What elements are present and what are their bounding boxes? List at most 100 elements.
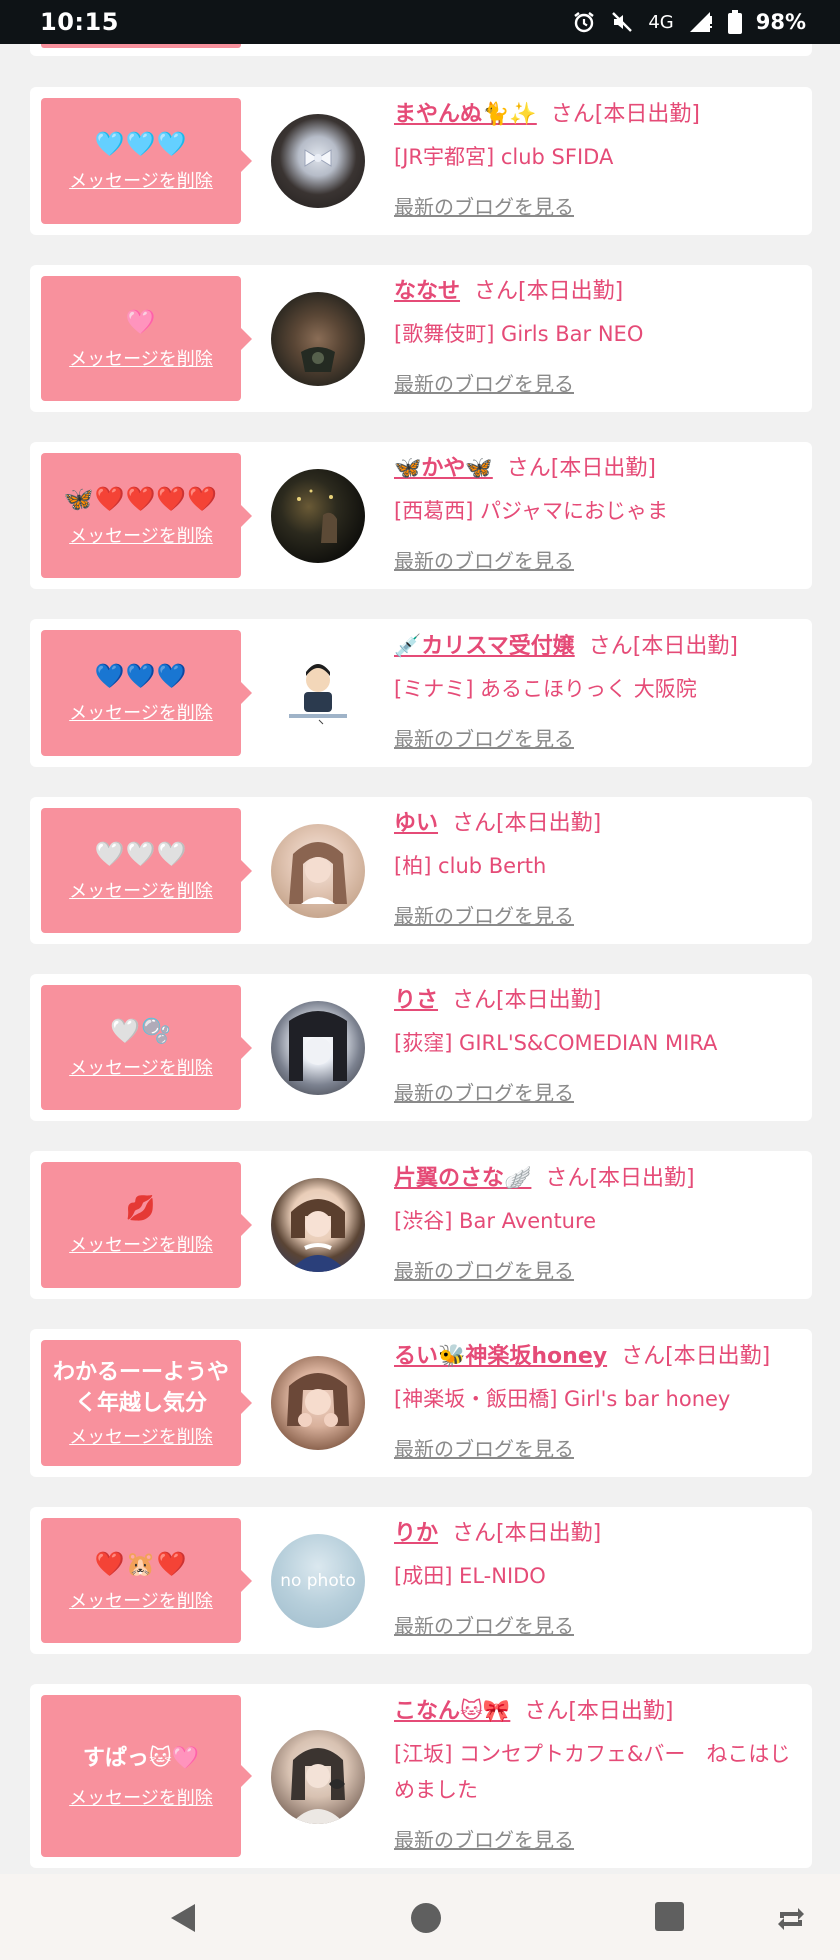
message-card: 💙💙💙 メッセージを削除 💉カリスマ受付嬢 さん[本日出勤] [ミナミ] あるこほ… — [30, 619, 812, 767]
message-text: 🤍🤍🤍 — [94, 839, 188, 868]
avatar[interactable] — [271, 824, 365, 918]
status-suffix: さん[本日出勤] — [550, 102, 700, 127]
cast-name-link[interactable]: ななせ — [394, 279, 460, 304]
status-suffix: さん[本日出勤] — [452, 811, 602, 836]
cast-name-link[interactable]: 🦋かや🦋 — [394, 456, 493, 481]
shop-name: [柏] club Berth — [394, 854, 547, 878]
home-icon[interactable] — [410, 1902, 442, 1938]
shop-name: [江坂] コンセプトカフェ&バー ねこはじめました — [394, 1742, 791, 1802]
avatar[interactable] — [271, 1001, 365, 1095]
latest-blog-link[interactable]: 最新のブログを見る — [394, 1077, 574, 1106]
delete-message-link[interactable]: メッセージを削除 — [69, 1231, 213, 1257]
delete-message-link[interactable]: メッセージを削除 — [69, 522, 213, 548]
message-text: わかるーーようやく年越し気分 — [52, 1360, 229, 1416]
latest-blog-link[interactable]: 最新のブログを見る — [394, 900, 574, 929]
cast-name-link[interactable]: りさ — [394, 988, 438, 1013]
status-time: 10:15 — [40, 8, 119, 36]
message-text: 🩵🩵🩵 — [94, 130, 188, 158]
latest-blog-link[interactable]: 最新のブログを見る — [394, 1824, 574, 1853]
message-bubble: 🤍🤍🤍 メッセージを削除 — [41, 808, 252, 933]
delete-message-link[interactable]: メッセージを削除 — [69, 1587, 213, 1613]
name-line: ゆい さん[本日出勤] — [394, 809, 804, 839]
message-text: 💙💙💙 — [94, 662, 188, 690]
latest-blog-link[interactable]: 最新のブログを見る — [394, 368, 574, 397]
cast-name-link[interactable]: まやんぬ🐈✨ — [394, 102, 537, 127]
previous-card-edge — [30, 44, 812, 56]
avatar[interactable]: no photo — [271, 1534, 365, 1628]
shop-name: [ミナミ] あるこほりっく 大阪院 — [394, 677, 697, 701]
battery-percent: 98% — [755, 10, 806, 34]
name-line: りさ さん[本日出勤] — [394, 986, 804, 1016]
message-card: 🩵🩵🩵 メッセージを削除 まやんぬ🐈✨ さん[本日出勤] [JR宇都宮] club… — [30, 87, 812, 235]
latest-blog-link[interactable]: 最新のブログを見る — [394, 1255, 574, 1284]
status-bar: 10:15 4G 98% — [0, 0, 840, 44]
cast-name-link[interactable]: 💉カリスマ受付嬢 — [394, 634, 575, 659]
avatar[interactable] — [271, 1730, 365, 1824]
avatar[interactable] — [271, 114, 365, 208]
alarm-icon — [572, 10, 596, 34]
shop-name: [JR宇都宮] club SFIDA — [394, 145, 614, 169]
name-line: 🦋かや🦋 さん[本日出勤] — [394, 454, 804, 484]
name-line: るい🐝神楽坂honey さん[本日出勤] — [394, 1342, 804, 1372]
latest-blog-link[interactable]: 最新のブログを見る — [394, 1433, 574, 1462]
name-line: まやんぬ🐈✨ さん[本日出勤] — [394, 100, 804, 130]
status-suffix: さん[本日出勤] — [545, 1166, 695, 1191]
delete-message-link[interactable]: メッセージを削除 — [69, 877, 213, 903]
signal-icon — [688, 10, 714, 34]
message-bubble: 💙💙💙 メッセージを削除 — [41, 630, 252, 756]
cast-name-link[interactable]: りか — [394, 1521, 438, 1546]
latest-blog-link[interactable]: 最新のブログを見る — [394, 723, 574, 752]
navigation-bar — [0, 1874, 840, 1960]
no-photo-label: no photo — [280, 1571, 356, 1591]
avatar[interactable] — [271, 646, 365, 740]
delete-message-link[interactable]: メッセージを削除 — [69, 1784, 213, 1810]
delete-message-link[interactable]: メッセージを削除 — [69, 1423, 213, 1449]
status-suffix: さん[本日出勤] — [588, 634, 738, 659]
cast-name-link[interactable]: ゆい — [394, 811, 438, 836]
mute-icon — [610, 10, 634, 34]
delete-message-link[interactable]: メッセージを削除 — [69, 699, 213, 725]
name-line: りか さん[本日出勤] — [394, 1519, 804, 1549]
message-text: 🦋❤️❤️❤️❤️ — [63, 484, 219, 513]
cast-name-link[interactable]: るい🐝神楽坂honey — [394, 1344, 607, 1369]
cast-name-link[interactable]: 片翼のさな🪽 — [394, 1166, 531, 1191]
delete-message-link[interactable]: メッセージを削除 — [69, 345, 213, 371]
message-card: 🦋❤️❤️❤️❤️ メッセージを削除 🦋かや🦋 さん[本日出勤] [西葛西] パジ… — [30, 442, 812, 589]
latest-blog-link[interactable]: 最新のブログを見る — [394, 545, 574, 574]
message-text: ❤️🐹❤️ — [94, 1549, 188, 1578]
message-bubble: わかるーーようやく年越し気分 メッセージを削除 — [41, 1340, 252, 1466]
battery-icon — [727, 10, 742, 34]
latest-blog-link[interactable]: 最新のブログを見る — [394, 191, 574, 220]
status-suffix: さん[本日出勤] — [452, 1521, 602, 1546]
shop-name: [荻窪] GIRL'S&COMEDIAN MIRA — [394, 1031, 718, 1055]
message-card: すぱっ🐱🩷 メッセージを削除 こなん🐱🎀 さん[本日出勤] [江坂] コンセプトカ… — [30, 1684, 812, 1868]
back-icon[interactable] — [168, 1902, 198, 1938]
message-bubble: ❤️🐹❤️ メッセージを削除 — [41, 1518, 252, 1643]
status-suffix: さん[本日出勤] — [452, 988, 602, 1013]
message-text: 🩷 — [125, 307, 157, 336]
status-suffix: さん[本日出勤] — [621, 1344, 771, 1369]
avatar[interactable] — [271, 1356, 365, 1450]
status-suffix: さん[本日出勤] — [524, 1699, 674, 1724]
message-card: わかるーーようやく年越し気分 メッセージを削除 るい🐝神楽坂honey さん[本日… — [30, 1329, 812, 1477]
delete-message-link[interactable]: メッセージを削除 — [69, 167, 213, 193]
name-line: ななせ さん[本日出勤] — [394, 277, 804, 307]
message-card: 🤍🫧 メッセージを削除 りさ さん[本日出勤] [荻窪] GIRL'S&COMED… — [30, 974, 812, 1121]
message-text: すぱっ🐱🩷 — [82, 1745, 200, 1771]
shop-name: [渋谷] Bar Aventure — [394, 1209, 597, 1233]
status-suffix: さん[本日出勤] — [506, 456, 656, 481]
rotate-icon[interactable] — [776, 1902, 806, 1936]
avatar[interactable] — [271, 292, 365, 386]
avatar[interactable] — [271, 469, 365, 563]
message-card: 🤍🤍🤍 メッセージを削除 ゆい さん[本日出勤] [柏] club Berth 最… — [30, 797, 812, 944]
latest-blog-link[interactable]: 最新のブログを見る — [394, 1610, 574, 1639]
message-bubble: 🩷 メッセージを削除 — [41, 276, 252, 401]
cast-name-link[interactable]: こなん🐱🎀 — [394, 1699, 510, 1724]
delete-message-link[interactable]: メッセージを削除 — [69, 1054, 213, 1080]
recents-icon[interactable] — [655, 1902, 684, 1935]
message-bubble: 🦋❤️❤️❤️❤️ メッセージを削除 — [41, 453, 252, 578]
avatar[interactable] — [271, 1178, 365, 1272]
network-type: 4G — [648, 11, 674, 33]
message-bubble: 💋 メッセージを削除 — [41, 1162, 252, 1288]
name-line: 片翼のさな🪽 さん[本日出勤] — [394, 1164, 804, 1194]
